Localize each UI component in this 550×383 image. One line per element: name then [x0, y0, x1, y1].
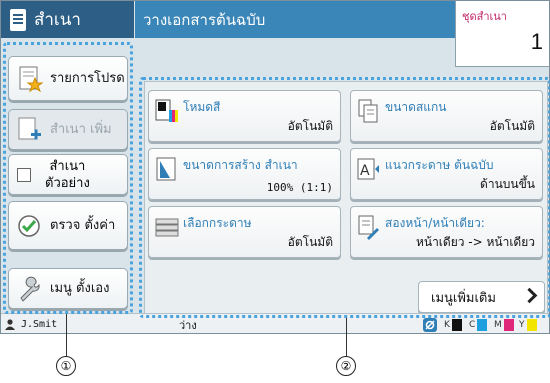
ink-m: M	[494, 319, 514, 331]
callout-frame-left	[3, 42, 133, 314]
ink-y-level	[526, 319, 537, 331]
network-icon	[423, 318, 437, 332]
copies-value: 1	[530, 29, 543, 54]
ink-k-level	[451, 319, 462, 331]
ink-c-label: C	[469, 320, 476, 330]
ink-m-label: M	[494, 320, 502, 330]
ink-y-label: Y	[519, 320, 525, 330]
ink-k: K	[444, 319, 462, 331]
ink-y: Y	[519, 319, 537, 331]
user-name: J.Smit	[21, 319, 58, 330]
ink-c-level	[477, 319, 488, 331]
callout-leader-2	[346, 318, 347, 356]
callout-frame-right	[139, 77, 550, 318]
callout-number-1: ①	[56, 356, 76, 376]
document-icon	[10, 8, 26, 31]
status-message: วางเอกสารต้นฉบับ	[135, 1, 455, 38]
copies-label: ชุดสำเนา	[462, 10, 507, 23]
user-icon	[5, 319, 15, 330]
ink-k-label: K	[444, 320, 450, 330]
machine-state: ว่าง	[179, 318, 197, 332]
copies-counter[interactable]: ชุดสำเนา 1	[455, 1, 549, 67]
mode-header: สำเนา	[1, 1, 134, 38]
ink-m-level	[503, 319, 514, 331]
ink-c: C	[469, 319, 488, 331]
mode-title: สำเนา	[34, 10, 81, 30]
callout-leader-1	[66, 314, 67, 356]
callout-number-2: ②	[336, 356, 356, 376]
